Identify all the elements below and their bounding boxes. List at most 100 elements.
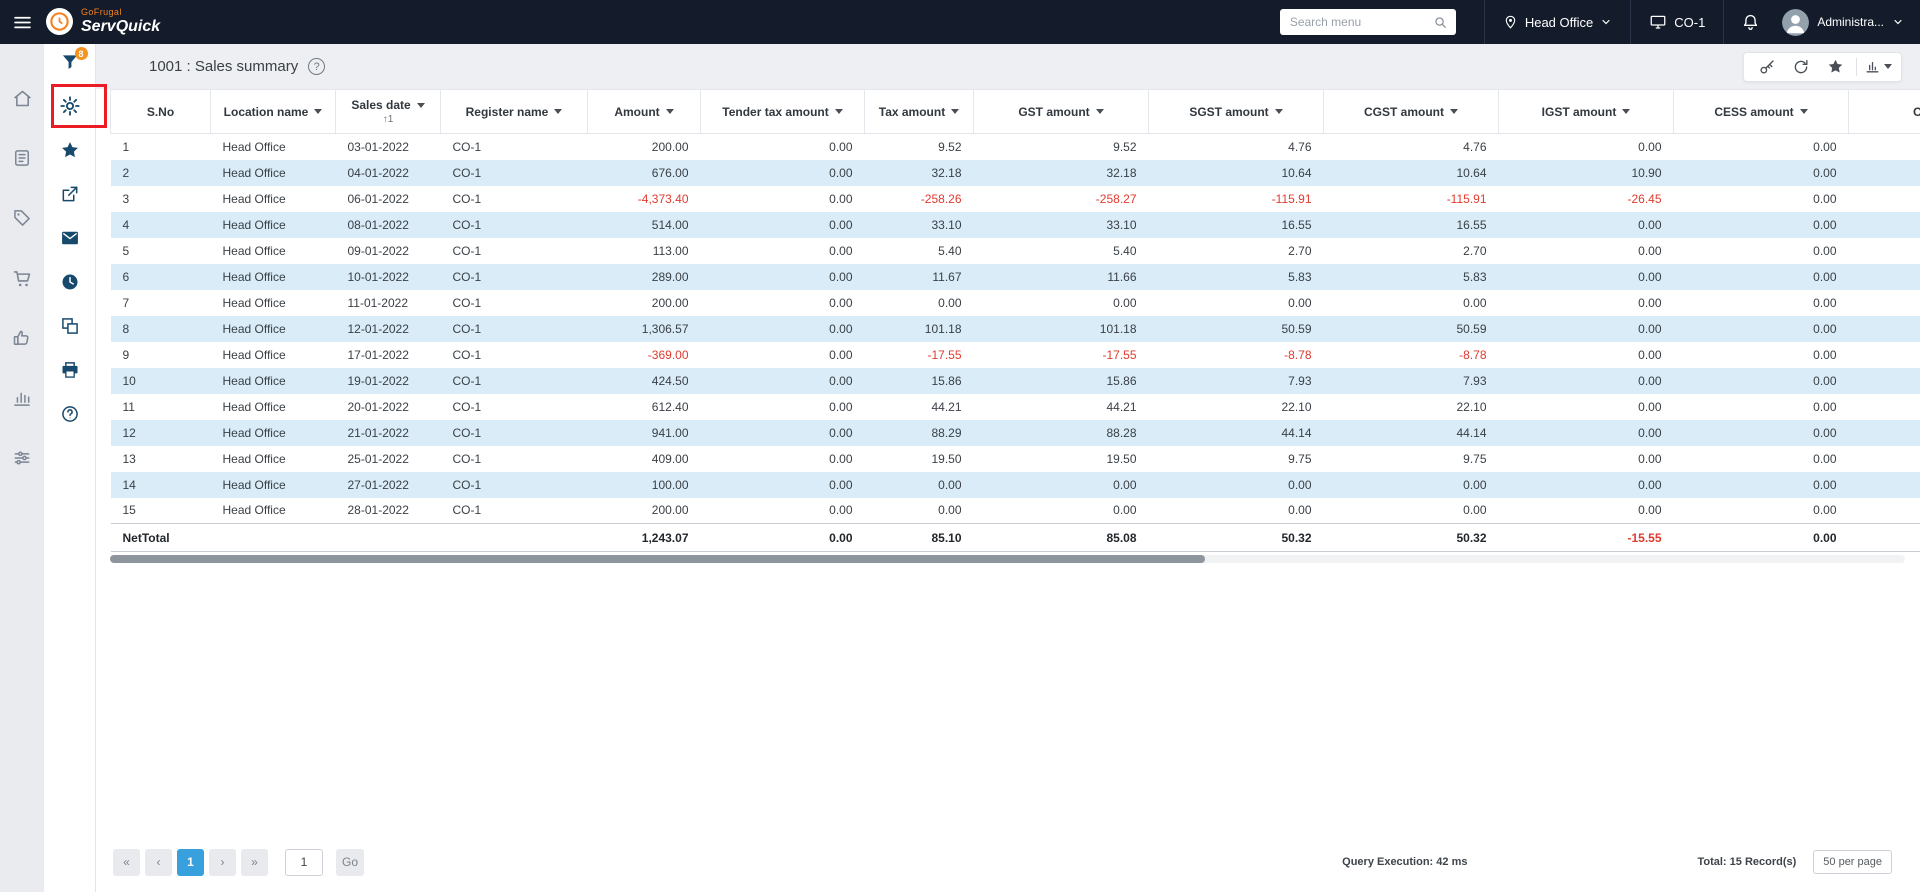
cell: 0.00 [700,159,865,186]
table-row[interactable]: 15 Head Office 28-01-2022 CO-1 200.00 0.00 0.0… [111,498,1920,524]
cell [1848,367,1920,394]
column-header-tender-tax-amount[interactable]: Tender tax amount [700,89,865,134]
chevron-down-icon [1884,64,1892,69]
title-help-icon[interactable]: ? [308,58,326,75]
cell: 0.00 [700,263,865,290]
cell: 44.21 [1106,399,1137,414]
cell: 0.00 [1288,503,1312,518]
net-total-cell: 0.00 [700,523,865,552]
column-header-tax-amount[interactable]: Tax amount [864,89,974,134]
cell: 1 [122,139,130,154]
table-row[interactable]: 2 Head Office 04-01-2022 CO-1 676.00 0.00 32.1… [110,159,1920,186]
cell: 0.00 [1638,295,1662,310]
settings-button[interactable] [56,92,84,120]
sidebar-item-settings[interactable] [8,444,36,472]
cell: Head Office [210,159,336,186]
cell: 0.00 [1498,419,1674,446]
hamburger-menu-button[interactable] [0,0,44,44]
cell: CO-1 [440,315,588,342]
copy-button[interactable] [56,312,84,340]
column-header-cgst-amount[interactable]: CGST amount [1323,89,1499,134]
sidebar-item-feedback[interactable] [8,324,36,352]
table-row[interactable]: 9 Head Office 17-01-2022 CO-1 -369.00 0.00 -17… [111,342,1920,368]
column-label: CESS amount [1714,104,1794,119]
sidebar-item-catalog[interactable] [8,144,36,172]
table-row[interactable]: 1 Head Office 03-01-2022 CO-1 200.00 0.00 9.52… [111,134,1920,160]
export-button[interactable] [56,180,84,208]
column-header-igst-amount[interactable]: IGST amount [1498,89,1674,134]
brand-name-main: ServQuick [81,18,161,36]
sidebar-item-reports[interactable] [8,384,36,412]
filter-button[interactable]: 8 [56,47,88,76]
favorite-report-button[interactable] [1820,54,1850,80]
next-page-button[interactable]: › [209,848,236,876]
table-row[interactable]: 12 Head Office 21-01-2022 CO-1 941.00 0.00 88.… [110,419,1920,446]
table-row[interactable]: 3 Head Office 06-01-2022 CO-1 -4,373.40 0.00 -… [111,186,1920,212]
location-selector[interactable]: Head Office [1485,0,1630,44]
table-row[interactable]: 5 Head Office 09-01-2022 CO-1 113.00 0.00 5.40… [111,238,1920,264]
gear-icon [59,95,81,117]
column-header-gst-amount[interactable]: GST amount [973,89,1149,134]
horizontal-scrollbar[interactable] [110,555,1905,563]
table-row[interactable]: 14 Head Office 27-01-2022 CO-1 100.00 0.00 0.0… [110,471,1920,498]
column-header-register-name[interactable]: Register name [440,89,588,134]
table-row[interactable]: 11 Head Office 20-01-2022 CO-1 612.40 0.00 44.… [111,394,1920,420]
prev-page-button[interactable]: ‹ [145,848,172,876]
search-input[interactable] [1287,14,1427,30]
bell-icon [1741,13,1760,32]
go-button[interactable]: Go [336,848,365,876]
first-page-button[interactable]: « [113,848,140,876]
register-label: CO-1 [1674,14,1706,30]
net-total-cell: 1,243.07 [587,523,701,552]
cell: 03-01-2022 [347,139,409,154]
cell: CO-1 [452,139,482,154]
sidebar-item-home[interactable] [8,84,36,112]
page-1-button[interactable]: 1 [177,848,204,876]
favorite-button[interactable] [56,136,84,164]
sidebar-item-pricing[interactable] [8,204,36,232]
cell: 33.10 [973,211,1149,238]
table-row[interactable]: 4 Head Office 08-01-2022 CO-1 514.00 0.00 33.1… [110,211,1920,238]
last-page-button[interactable]: » [241,848,268,876]
table-row[interactable]: 7 Head Office 11-01-2022 CO-1 200.00 0.00 0.00… [111,290,1920,316]
cell: 5.83 [1148,263,1324,290]
print-button[interactable] [56,356,84,384]
cell: 28-01-2022 [347,503,409,518]
user-menu[interactable]: Administra... [1776,0,1920,44]
column-header-sgst-amount[interactable]: SGST amount [1148,89,1324,134]
notifications-button[interactable] [1724,0,1776,44]
cell [1849,290,1920,316]
cell: -8.78 [1459,347,1487,362]
help-button[interactable] [56,400,84,428]
cell: Head Office [210,315,336,342]
column-header-sales-date[interactable]: Sales date ↑1 [335,89,441,134]
column-header-cess-amount[interactable]: CESS amount [1673,89,1849,134]
chart-view-button[interactable] [1863,54,1893,80]
net-total-cell [210,523,336,552]
page-number-input[interactable] [285,848,323,876]
table-row[interactable]: 10 Head Office 19-01-2022 CO-1 424.50 0.00 15.… [110,367,1920,394]
cell: 0.00 [829,243,853,258]
column-dropdown-caret-icon [665,109,674,114]
column-header-location-name[interactable]: Location name [210,89,336,134]
table-row[interactable]: 6 Head Office 10-01-2022 CO-1 289.00 0.00 11.6… [110,263,1920,290]
shortcut-key-button[interactable] [1752,54,1782,80]
schedule-button[interactable] [56,268,84,296]
cell: 0.00 [700,211,865,238]
column-header-other[interactable]: Other [1848,89,1920,134]
net-total-cell [1848,523,1920,552]
cell: 44.14 [1148,419,1324,446]
column-dropdown-caret-icon [951,109,960,114]
scrollbar-thumb[interactable] [110,555,1205,563]
cell: 7 [122,295,130,310]
register-selector[interactable]: CO-1 [1631,0,1723,44]
refresh-button[interactable] [1786,54,1816,80]
email-button[interactable] [56,224,84,252]
table-row[interactable]: 13 Head Office 25-01-2022 CO-1 409.00 0.00 19.… [111,446,1920,472]
column-header-amount[interactable]: Amount [587,89,701,134]
cell: 88.29 [864,419,974,446]
table-row[interactable]: 8 Head Office 12-01-2022 CO-1 1,306.57 0.00 10… [110,315,1920,342]
sidebar-item-orders[interactable] [8,264,36,292]
per-page-selector[interactable]: 50 per page [1813,850,1892,874]
